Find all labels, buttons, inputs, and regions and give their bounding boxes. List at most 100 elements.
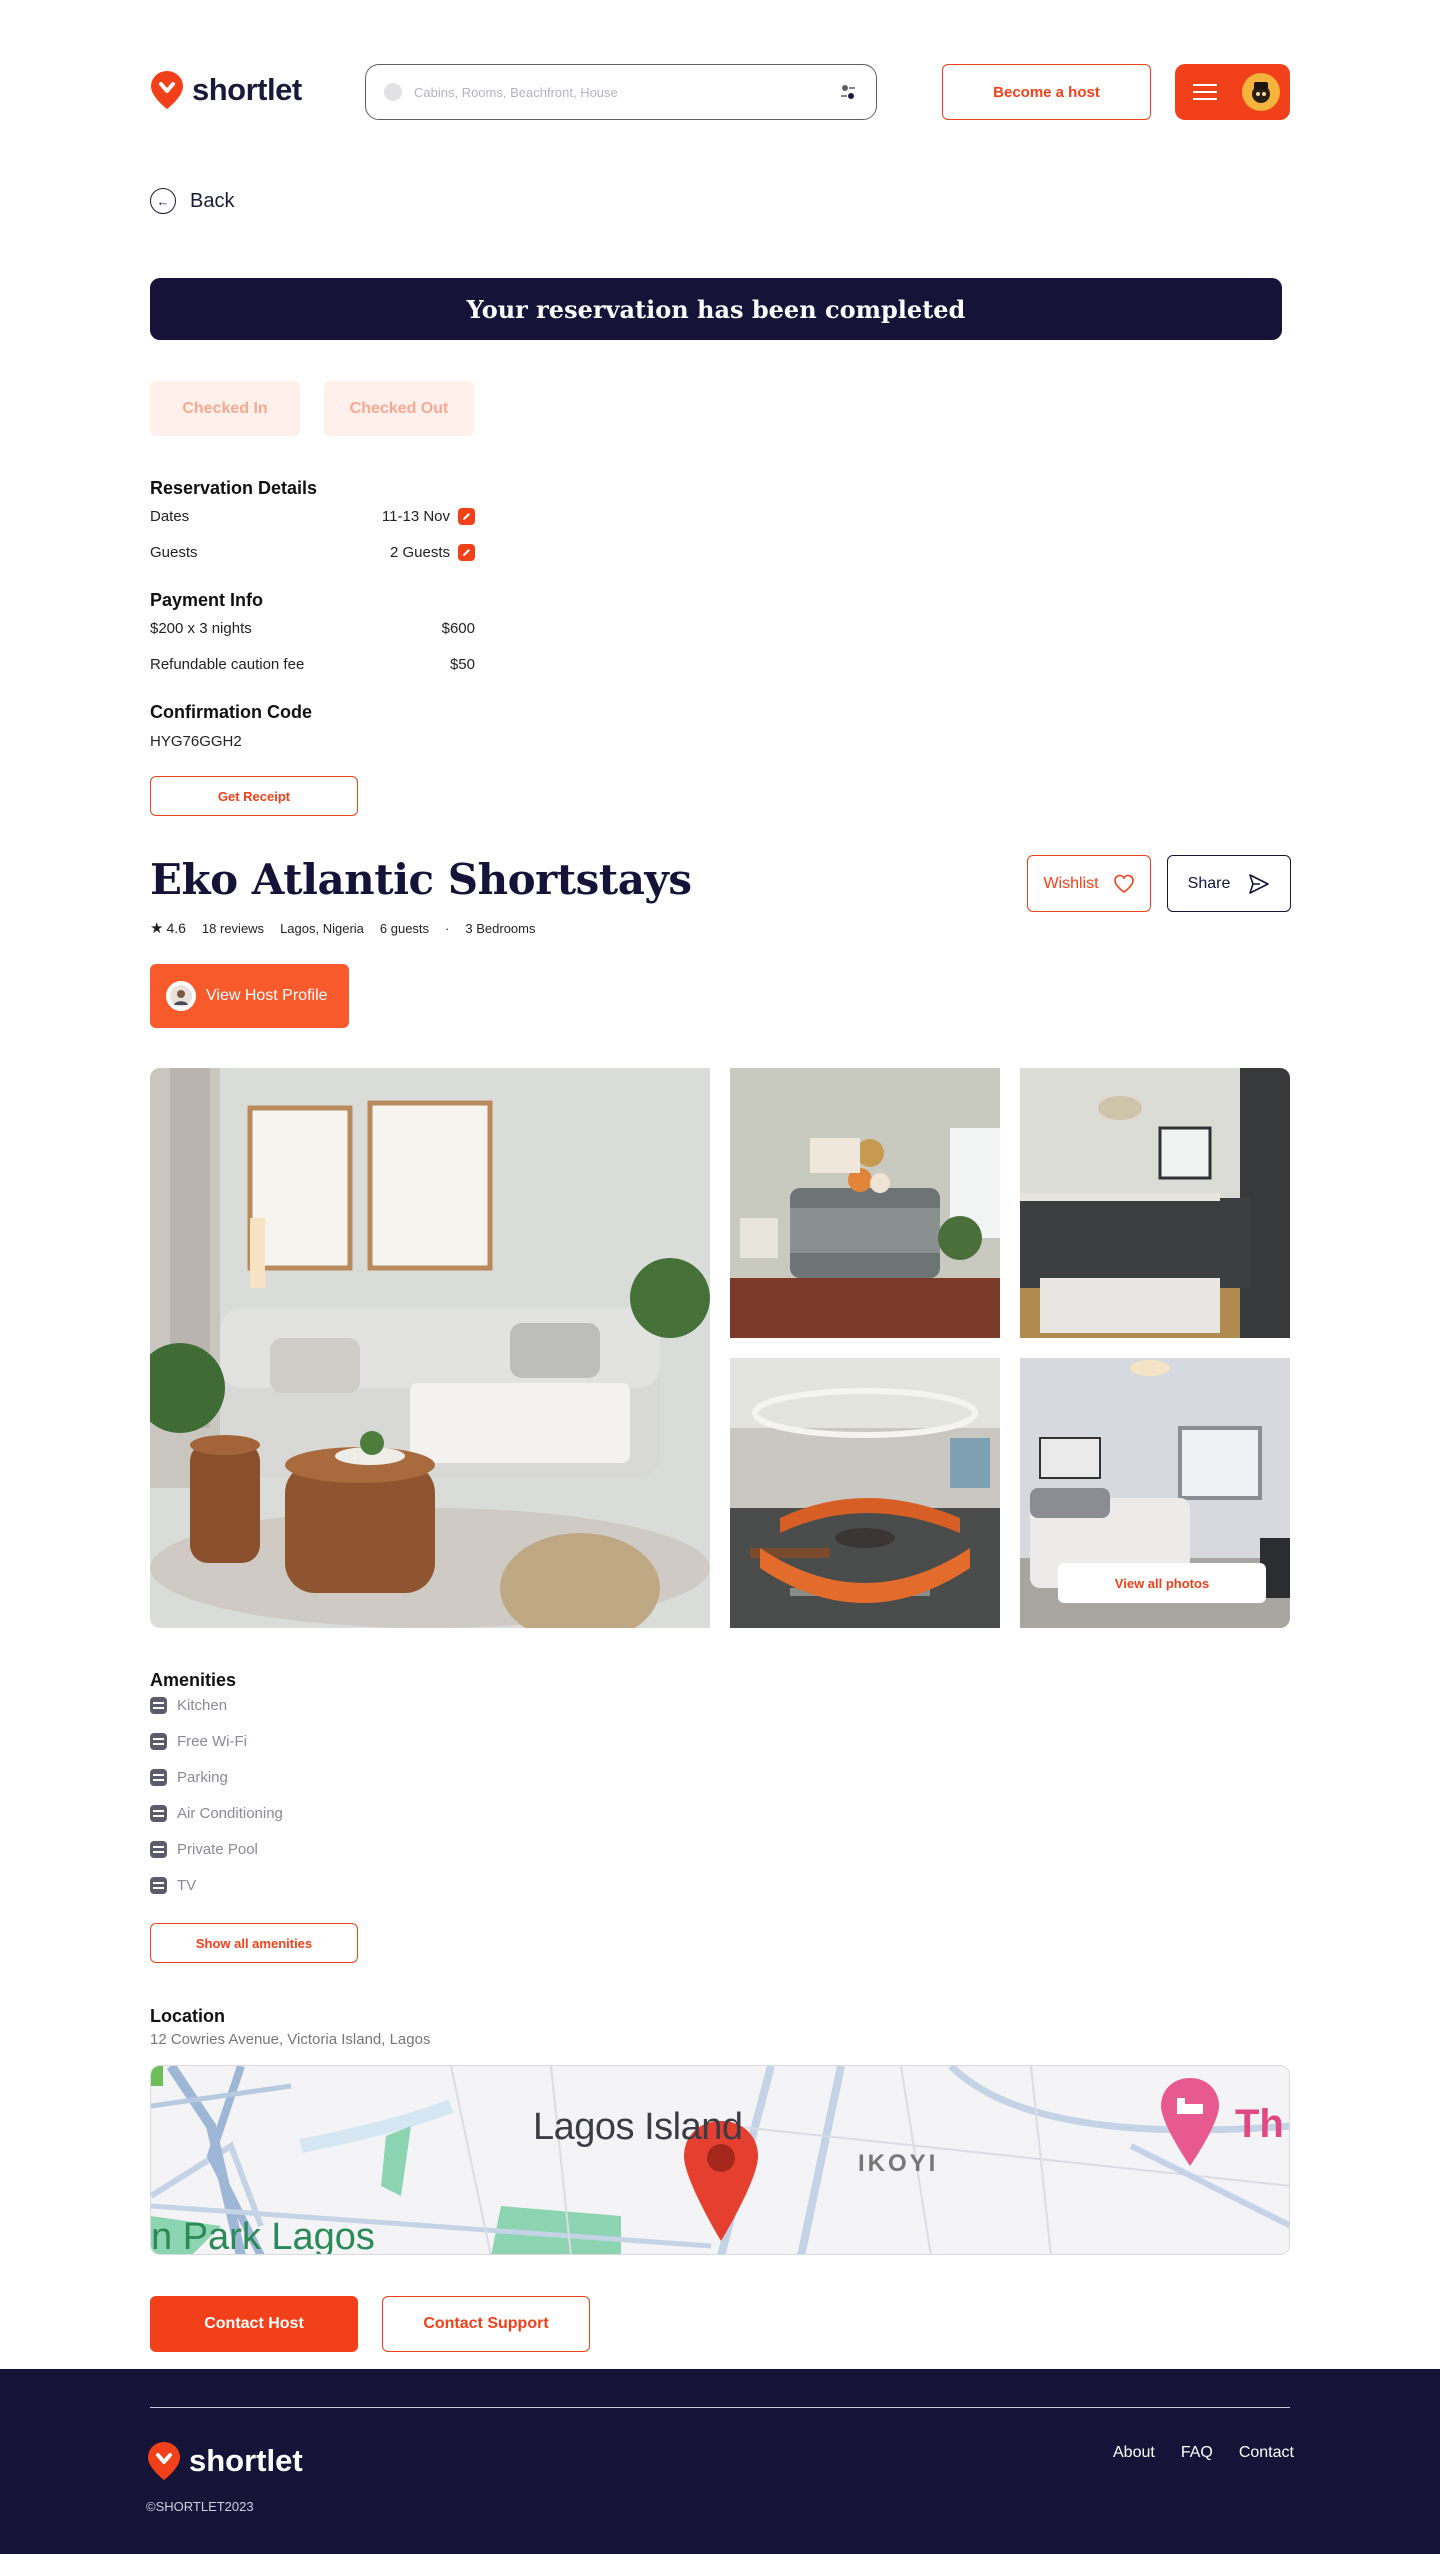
- amenity-icon: [150, 1769, 167, 1786]
- contact-support-button[interactable]: Contact Support: [382, 2296, 590, 2352]
- contact-host-button[interactable]: Contact Host: [150, 2296, 358, 2352]
- map-label-ikoyi: IKOYI: [858, 2150, 939, 2177]
- rating-value: 4.6: [166, 920, 186, 936]
- logo-pin-icon: [148, 2442, 180, 2480]
- dates-value: 11-13 Nov: [381, 508, 450, 525]
- amenities-title: Amenities: [150, 1670, 237, 1690]
- dates-label: Dates: [150, 508, 190, 525]
- location-address: 12 Cowries Avenue, Victoria Island, Lago…: [150, 2031, 431, 2048]
- amenity-item: Parking: [150, 1769, 283, 1786]
- show-all-amenities-button[interactable]: Show all amenities: [150, 1923, 358, 1963]
- amenity-item: Private Pool: [150, 1841, 283, 1858]
- reviews-count[interactable]: 18 reviews: [202, 921, 264, 936]
- amenity-label: TV: [177, 1877, 197, 1894]
- amenities-list: Kitchen Free Wi-Fi Parking Air Condition…: [150, 1697, 283, 1894]
- copyright: ©SHORTLET2023: [146, 2499, 254, 2514]
- amenity-label: Kitchen: [177, 1697, 228, 1714]
- caution-fee-label: Refundable caution fee: [150, 656, 305, 673]
- share-button[interactable]: Share: [1167, 855, 1291, 912]
- footer-link-contact[interactable]: Contact: [1239, 2444, 1294, 2462]
- arrow-left-icon: ←: [150, 188, 176, 214]
- edit-dates-icon[interactable]: [458, 508, 475, 525]
- logo-text: shortlet: [192, 72, 302, 107]
- hamburger-icon: [1193, 84, 1217, 100]
- site-logo[interactable]: shortlet: [150, 70, 302, 110]
- host-avatar: [166, 981, 196, 1011]
- confirmation-code: HYG76GGH2: [150, 733, 242, 750]
- payment-info-title: Payment Info: [150, 590, 264, 610]
- amenity-icon: [150, 1841, 167, 1858]
- logo-pin-icon: [151, 71, 183, 109]
- amenity-icon: [150, 1697, 167, 1714]
- amenity-label: Free Wi-Fi: [177, 1733, 247, 1750]
- footer-divider: [150, 2407, 1290, 2408]
- listing-location: Lagos, Nigeria: [280, 920, 364, 936]
- reservation-complete-banner: Your reservation has been completed: [150, 278, 1282, 340]
- edit-guests-icon[interactable]: [458, 544, 475, 561]
- back-link[interactable]: ← Back: [150, 188, 234, 214]
- view-host-profile-button[interactable]: View Host Profile: [150, 964, 349, 1028]
- location-map[interactable]: Lagos Island IKOYI n Park Lagos Th: [150, 2065, 1290, 2255]
- footer-links: About FAQ Contact: [1113, 2444, 1294, 2462]
- photo-lounge[interactable]: [730, 1358, 1000, 1628]
- back-label: Back: [190, 189, 235, 212]
- footer-link-faq[interactable]: FAQ: [1181, 2444, 1213, 2462]
- footer-link-about[interactable]: About: [1113, 2444, 1155, 2462]
- amenity-label: Private Pool: [177, 1841, 258, 1858]
- get-receipt-button[interactable]: Get Receipt: [150, 776, 358, 816]
- wishlist-label: Wishlist: [1043, 874, 1099, 892]
- amenity-item: Air Conditioning: [150, 1805, 283, 1822]
- payment-nights-label: $200 x 3 nights: [150, 620, 252, 637]
- amenity-icon: [150, 1877, 167, 1894]
- search-icon: [384, 83, 402, 101]
- amenity-icon: [150, 1805, 167, 1822]
- map-label-park: n Park Lagos: [151, 2216, 375, 2255]
- map-label-hotel: Th: [1235, 2102, 1284, 2146]
- location-title: Location: [150, 2006, 225, 2026]
- amenity-label: Air Conditioning: [177, 1805, 283, 1822]
- confirmation-code-title: Confirmation Code: [150, 702, 312, 722]
- guests-row: Guests 2 Guests: [150, 544, 475, 561]
- site-footer: shortlet ©SHORTLET2023 About FAQ Contact: [0, 2369, 1440, 2554]
- view-host-profile-label: View Host Profile: [206, 987, 328, 1004]
- heart-icon: [1113, 874, 1134, 893]
- send-icon: [1249, 873, 1270, 894]
- photo-living-room[interactable]: [150, 1068, 710, 1628]
- guests-value: 2 Guests: [389, 544, 450, 561]
- map-label-lagos-island: Lagos Island: [533, 2106, 743, 2148]
- listing-meta: ★ 4.6 18 reviews Lagos, Nigeria 6 guests…: [150, 919, 535, 937]
- listing-bedrooms: 3 Bedrooms: [465, 920, 536, 936]
- caution-fee-row: Refundable caution fee $50: [150, 656, 475, 673]
- reservation-details-title: Reservation Details: [150, 478, 318, 498]
- amenity-label: Parking: [177, 1769, 228, 1786]
- star-icon: ★: [150, 920, 164, 937]
- amenity-item: Free Wi-Fi: [150, 1733, 283, 1750]
- footer-logo-text: shortlet: [189, 2443, 303, 2478]
- listing-guests: 6 guests: [379, 920, 430, 936]
- amenity-item: Kitchen: [150, 1697, 283, 1714]
- amenity-item: TV: [150, 1877, 283, 1894]
- search-bar[interactable]: [365, 64, 877, 120]
- wishlist-button[interactable]: Wishlist: [1027, 855, 1151, 912]
- view-all-photos-button[interactable]: View all photos: [1058, 1563, 1266, 1603]
- checked-out-button[interactable]: Checked Out: [324, 381, 474, 436]
- user-menu-button[interactable]: [1175, 64, 1290, 120]
- checked-in-button[interactable]: Checked In: [150, 381, 300, 436]
- amenity-icon: [150, 1733, 167, 1750]
- become-host-button[interactable]: Become a host: [942, 64, 1151, 120]
- meta-separator: ·: [445, 920, 450, 936]
- dates-row: Dates 11-13 Nov: [150, 508, 475, 525]
- filter-icon[interactable]: [838, 82, 858, 102]
- guests-label: Guests: [150, 544, 198, 561]
- photo-bedroom[interactable]: [730, 1068, 1000, 1338]
- photo-kitchen[interactable]: [1020, 1068, 1290, 1338]
- search-input[interactable]: [414, 84, 838, 100]
- share-label: Share: [1187, 874, 1231, 892]
- rating: ★ 4.6: [150, 919, 186, 937]
- caution-fee-value: $50: [449, 656, 475, 673]
- payment-nights-value: $600: [441, 620, 475, 637]
- listing-title: Eko Atlantic Shortstays: [150, 855, 692, 904]
- user-avatar: [1242, 73, 1280, 111]
- footer-logo[interactable]: shortlet: [147, 2441, 303, 2481]
- payment-nights-row: $200 x 3 nights $600: [150, 620, 475, 637]
